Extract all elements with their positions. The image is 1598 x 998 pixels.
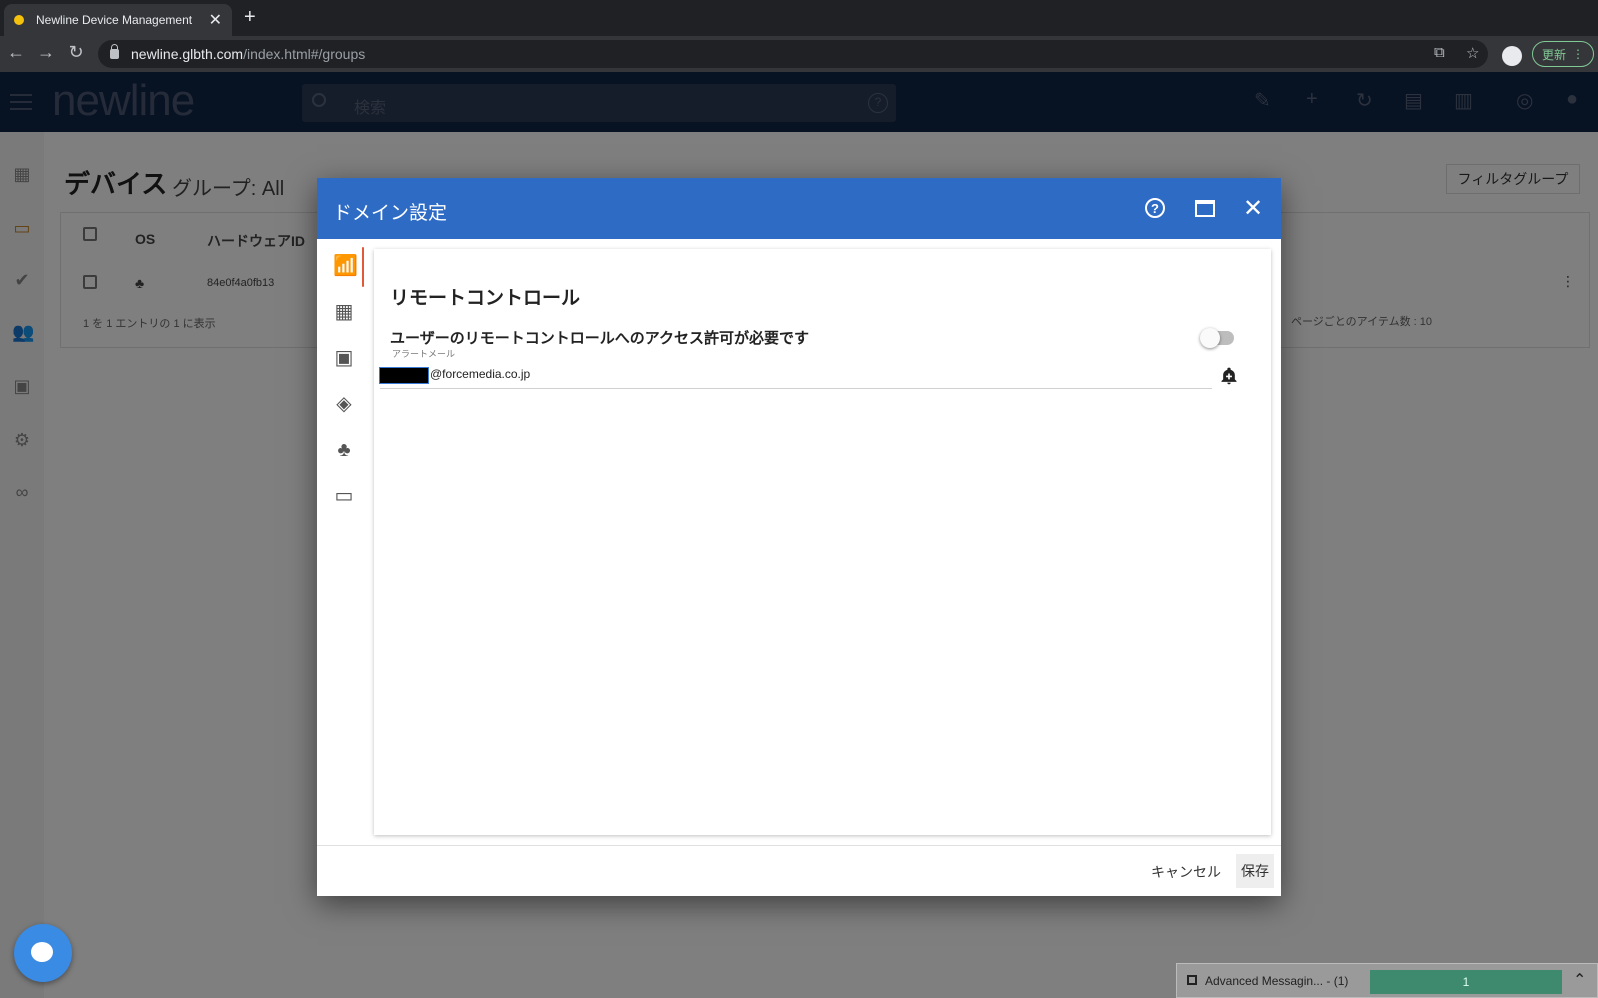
dialog-title: ドメイン設定: [333, 203, 448, 224]
favicon-icon: [14, 15, 24, 25]
permission-label: ユーザーのリモートコントロールへのアクセス許可が必要です: [390, 330, 809, 347]
alert-mail-label: アラートメール: [392, 349, 456, 359]
expand-chevron-icon[interactable]: ⌃: [1573, 970, 1586, 990]
close-icon[interactable]: ✕: [1243, 194, 1263, 223]
lock-icon: [110, 44, 119, 59]
building-icon[interactable]: ▦: [333, 301, 355, 323]
forward-icon[interactable]: →: [34, 42, 58, 63]
toggle-knob: [1200, 328, 1220, 348]
update-button[interactable]: 更新 ⋮: [1532, 41, 1594, 67]
dialog-header: ドメイン設定 ? ✕: [317, 178, 1281, 239]
email-value: @forcemedia.co.jp: [430, 367, 531, 381]
bookmark-star-icon[interactable]: ☆: [1466, 44, 1479, 62]
add-alert-bell-icon[interactable]: [1219, 365, 1239, 387]
browser-tab-title: Newline Device Management: [36, 13, 193, 27]
dialog-footer: キャンセル 保存: [317, 845, 1281, 896]
active-tab-indicator: [362, 247, 364, 287]
messaging-label: Advanced Messagin... - (1): [1205, 974, 1349, 988]
profile-avatar-icon[interactable]: [1502, 46, 1522, 66]
url-path: /index.html#/groups: [243, 46, 366, 62]
help-icon[interactable]: ?: [1145, 198, 1165, 218]
browser-tab[interactable]: Newline Device Management ✕: [4, 4, 232, 36]
tablet-screen-icon[interactable]: ▣: [333, 347, 355, 369]
section-title: リモートコントロール: [390, 288, 581, 309]
reload-icon[interactable]: ↻: [64, 42, 88, 63]
chat-launcher-icon[interactable]: [14, 924, 72, 982]
cancel-button[interactable]: キャンセル: [1151, 862, 1221, 882]
new-tab-button[interactable]: +: [244, 6, 256, 29]
email-field[interactable]: @forcemedia.co.jp: [379, 367, 1212, 389]
update-label: 更新: [1541, 47, 1566, 62]
dialog-side-nav: 📶 ▦ ▣ ◈ ♣ ▭: [317, 239, 373, 839]
url-host: newline.glbth.com: [131, 46, 244, 62]
messaging-bar[interactable]: Advanced Messagin... - (1) 1 ⌃: [1176, 963, 1598, 998]
more-vert-icon: ⋮: [1572, 47, 1584, 61]
back-icon[interactable]: ←: [4, 42, 28, 63]
save-button[interactable]: 保存: [1236, 854, 1274, 888]
permission-toggle[interactable]: [1200, 328, 1234, 348]
browser-toolbar: ← → ↻ newline.glbth.com/index.html#/grou…: [0, 36, 1598, 72]
domain-settings-dialog: ドメイン設定 ? ✕ 📶 ▦ ▣ ◈ ♣ ▭ リモートコントロール ユーザーのリ…: [317, 178, 1281, 896]
settings-panel: リモートコントロール ユーザーのリモートコントロールへのアクセス許可が必要です …: [374, 249, 1271, 835]
add-display-icon[interactable]: ▭: [333, 485, 355, 507]
message-icon: [1187, 975, 1197, 985]
remote-control-icon[interactable]: 📶: [333, 255, 358, 277]
translate-icon[interactable]: ⧉: [1434, 44, 1445, 61]
messaging-count-badge: 1: [1370, 970, 1562, 994]
redacted-text: [379, 367, 429, 384]
window-maximize-icon[interactable]: [1195, 200, 1215, 217]
layers-icon[interactable]: ◈: [333, 393, 355, 415]
close-tab-icon[interactable]: ✕: [209, 10, 222, 30]
browser-tabstrip: Newline Device Management ✕ +: [0, 0, 1598, 36]
address-bar[interactable]: newline.glbth.com/index.html#/groups: [98, 40, 1488, 68]
android-icon[interactable]: ♣: [333, 439, 355, 461]
